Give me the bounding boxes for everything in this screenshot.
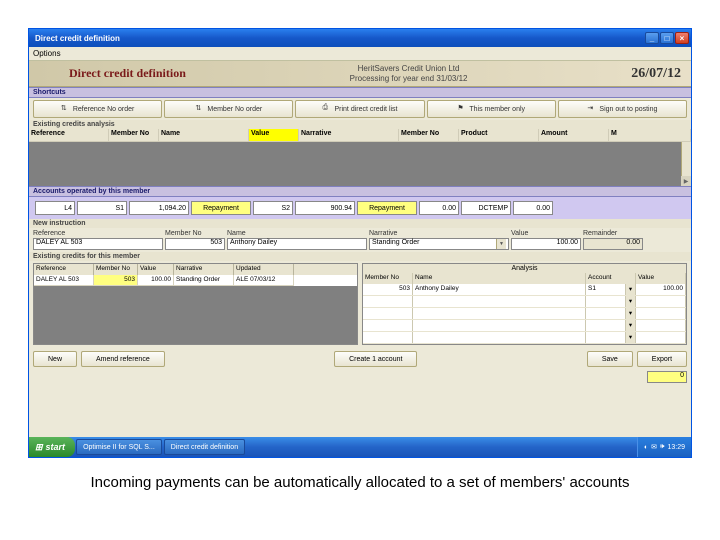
acct-s1[interactable]: S1 bbox=[77, 201, 127, 215]
create-button[interactable]: Create 1 account bbox=[334, 351, 417, 367]
chevron-down-icon[interactable]: ▼ bbox=[496, 239, 506, 249]
org-sub: Processing for year end 31/03/12 bbox=[350, 74, 468, 84]
acct-s2[interactable]: S2 bbox=[253, 201, 293, 215]
btn-signout-posting[interactable]: ⇥Sign out to posting bbox=[558, 100, 687, 118]
app-window: Direct credit definition _ □ × Options D… bbox=[28, 28, 692, 458]
close-button[interactable]: × bbox=[675, 32, 689, 44]
system-tray[interactable]: ◐ ✉ 🕪 13:29 bbox=[637, 437, 691, 457]
btn-print-list[interactable]: ⎙Print direct credit list bbox=[295, 100, 424, 118]
minimize-button[interactable]: _ bbox=[645, 32, 659, 44]
btn-ref-order[interactable]: ⇅Reference No order bbox=[33, 100, 162, 118]
scrollbar[interactable] bbox=[681, 142, 691, 186]
analysis-grid-body[interactable] bbox=[29, 142, 691, 186]
btn-this-member[interactable]: ⚑This member only bbox=[427, 100, 556, 118]
name-input[interactable]: Anthony Dailey bbox=[227, 238, 367, 250]
header-date: 26/07/12 bbox=[631, 66, 681, 82]
amend-button[interactable]: Amend reference bbox=[81, 351, 165, 367]
task-item[interactable]: Direct credit definition bbox=[164, 439, 245, 455]
print-icon: ⎙ bbox=[322, 104, 332, 114]
acct-val4: 0.00 bbox=[513, 201, 553, 215]
toolbar: ⇅Reference No order ⇅Member No order ⎙Pr… bbox=[29, 98, 691, 120]
maximize-button[interactable]: □ bbox=[660, 32, 674, 44]
section-shortcuts: Shortcuts bbox=[29, 87, 691, 98]
reference-input[interactable]: DALEY AL 503 bbox=[33, 238, 163, 250]
section-existing-analysis: Existing credits analysis bbox=[29, 120, 691, 129]
window-title: Direct credit definition bbox=[31, 34, 645, 43]
slide-caption: Incoming payments can be automatically a… bbox=[0, 474, 720, 491]
section-new-instruction: New instruction bbox=[29, 219, 691, 228]
start-button[interactable]: ⊞start bbox=[29, 437, 75, 457]
existing-credits-list[interactable]: Reference Member No Value Narrative Upda… bbox=[33, 263, 358, 345]
menu-options[interactable]: Options bbox=[33, 49, 61, 58]
btn-member-order[interactable]: ⇅Member No order bbox=[164, 100, 293, 118]
accounts-strip: L4 S1 1,094.20 Repayment S2 900.94 Repay… bbox=[29, 197, 691, 219]
acct-val3: 0.00 bbox=[419, 201, 459, 215]
remainder-display: 0.00 bbox=[583, 238, 643, 250]
filter-icon: ⚑ bbox=[457, 104, 467, 114]
org-name: HeritSavers Credit Union Ltd bbox=[350, 64, 468, 74]
taskbar: ⊞start Optimise II for SQL S... Direct c… bbox=[29, 437, 691, 457]
acct-val1: 1,094.20 bbox=[129, 201, 189, 215]
bottom-buttons: New Amend reference Create 1 account Sav… bbox=[29, 347, 691, 371]
export-button[interactable]: Export bbox=[637, 351, 687, 367]
counter-display: 0 bbox=[647, 371, 687, 383]
header-strip: Direct credit definition HeritSavers Cre… bbox=[29, 61, 691, 87]
new-instruction-form: ReferenceDALEY AL 503 Member No503 NameA… bbox=[29, 228, 691, 252]
sort-icon: ⇅ bbox=[195, 104, 205, 114]
acct-l4[interactable]: L4 bbox=[35, 201, 75, 215]
narrative-input[interactable]: Standing Order▼ bbox=[369, 238, 509, 250]
clock: 13:29 bbox=[667, 444, 685, 451]
analysis-grid-header: Reference Member No Name Value Narrative… bbox=[29, 129, 691, 142]
menubar: Options bbox=[29, 47, 691, 61]
memberno-input[interactable]: 503 bbox=[165, 238, 225, 250]
section-existing-member: Existing credits for this member bbox=[29, 252, 691, 261]
task-item[interactable]: Optimise II for SQL S... bbox=[76, 439, 162, 455]
tray-icon[interactable]: ✉ bbox=[651, 443, 657, 451]
page-title: Direct credit definition bbox=[39, 66, 186, 81]
acct-val2: 900.94 bbox=[295, 201, 355, 215]
save-button[interactable]: Save bbox=[587, 351, 633, 367]
analysis-panel: Analysis Member No Name Account Value 50… bbox=[362, 263, 687, 345]
org-info: HeritSavers Credit Union Ltd Processing … bbox=[320, 64, 498, 84]
acct-repay1[interactable]: Repayment bbox=[191, 201, 251, 215]
tray-icon[interactable]: ◐ bbox=[644, 444, 648, 451]
acct-repay2[interactable]: Repayment bbox=[357, 201, 417, 215]
export-icon: ⇥ bbox=[587, 104, 597, 114]
value-input[interactable]: 100.00 bbox=[511, 238, 581, 250]
windows-icon: ⊞ bbox=[35, 442, 43, 453]
acct-dctemp[interactable]: DCTEMP bbox=[461, 201, 511, 215]
section-accounts: Accounts operated by this member bbox=[29, 186, 691, 197]
lists-area: Reference Member No Value Narrative Upda… bbox=[29, 261, 691, 347]
new-button[interactable]: New bbox=[33, 351, 77, 367]
analysis-row[interactable]: 503 Anthony Dailey S1 ▾ 100.00 bbox=[363, 284, 686, 296]
analysis-title: Analysis bbox=[363, 264, 686, 273]
chevron-down-icon[interactable]: ▾ bbox=[626, 284, 636, 295]
tray-icon[interactable]: 🕪 bbox=[660, 443, 664, 451]
sort-icon: ⇅ bbox=[61, 104, 71, 114]
list-row[interactable]: DALEY AL 503 503 100.00 Standing Order A… bbox=[34, 275, 357, 286]
titlebar: Direct credit definition _ □ × bbox=[29, 29, 691, 47]
